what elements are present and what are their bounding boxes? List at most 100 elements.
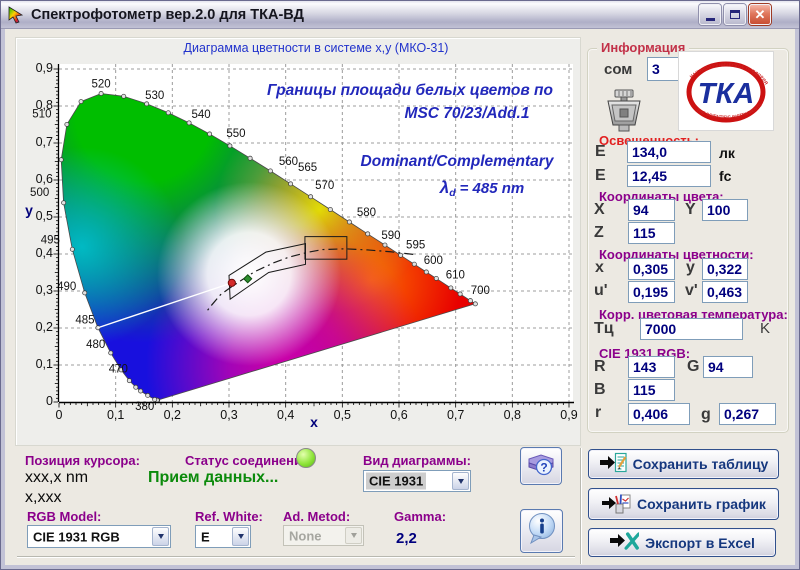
help-button[interactable]: ?: [520, 447, 562, 485]
connection-status-label: Статус соединения:: [185, 453, 314, 468]
y-axis-title: y: [25, 202, 33, 218]
cct-input[interactable]: [640, 318, 743, 340]
e-fc-unit: fc: [719, 168, 731, 184]
minimize-button[interactable]: [699, 4, 721, 25]
v-prime-label: v': [685, 282, 698, 300]
y-chroma-input[interactable]: [702, 258, 748, 280]
close-button[interactable]: ✕: [749, 4, 771, 25]
svg-text:495: 495: [41, 234, 60, 246]
g-label: G: [687, 358, 699, 376]
ref-white-select[interactable]: E: [195, 525, 251, 548]
v-prime-input[interactable]: [702, 281, 748, 303]
svg-text:0,4: 0,4: [277, 408, 294, 422]
svg-text:565: 565: [298, 162, 317, 174]
svg-text:0,5: 0,5: [334, 408, 351, 422]
r-chroma-input[interactable]: [628, 403, 690, 425]
b-label: B: [594, 381, 606, 399]
ad-metod-label: Ad. Metod:: [283, 509, 350, 524]
svg-text:700: 700: [471, 285, 490, 297]
connection-status-indicator: [296, 448, 316, 468]
svg-text:0,7: 0,7: [447, 408, 464, 422]
com-port-input[interactable]: [647, 57, 681, 81]
ref-white-label: Ref. White:: [195, 509, 263, 524]
connection-status-text: Прием данных...: [148, 469, 278, 487]
svg-text:590: 590: [381, 230, 400, 242]
export-excel-button[interactable]: Экспорт в Excel: [588, 528, 776, 557]
chevron-down-icon: [238, 534, 244, 539]
ref-white-dropdown-arrow[interactable]: [232, 527, 249, 546]
info-bubble-icon: [525, 512, 559, 551]
rgb-model-value: CIE 1931 RGB: [30, 528, 123, 545]
horizontal-divider: [17, 556, 575, 557]
u-prime-label: u': [594, 282, 608, 300]
y-chroma-label: y: [686, 259, 695, 277]
tka-logo: ТКА НАУЧНО-ТЕХНИЧЕСКОЕ ПРЕДПРИЯТИЕ THE S…: [678, 51, 774, 131]
e-lux-input[interactable]: [627, 141, 711, 163]
e-fc-input[interactable]: [627, 165, 711, 187]
save-table-button[interactable]: Сохранить таблицу: [588, 449, 779, 479]
g-chroma-label: g: [701, 406, 711, 424]
svg-text:520: 520: [92, 78, 111, 90]
tka-logo-text: ТКА: [698, 78, 755, 110]
e-lux-label: E: [595, 143, 606, 161]
chart-panel: 5205305405505605655705805905956006107005…: [15, 37, 581, 446]
titlebar[interactable]: Спектрофотометр вер.2.0 для ТКА-ВД ✕: [1, 1, 799, 29]
cursor-position-label: Позиция курсора:: [25, 453, 140, 468]
ref-white-value: E: [198, 528, 213, 545]
z-tristimulus-label: Z: [594, 224, 604, 242]
svg-text:0,7: 0,7: [36, 135, 53, 149]
diagram-view-select[interactable]: CIE 1931: [363, 470, 471, 492]
chart-title: Диаграмма цветности в системе x,y (МКО-3…: [56, 41, 576, 55]
svg-text:0,8: 0,8: [36, 98, 53, 112]
ad-metod-dropdown-arrow: [345, 527, 362, 544]
x-tristimulus-input[interactable]: [628, 199, 675, 221]
application-window: Спектрофотометр вер.2.0 для ТКА-ВД ✕: [0, 0, 800, 570]
svg-text:480: 480: [86, 339, 105, 351]
gamma-label: Gamma:: [394, 509, 446, 524]
white-boundary-annotation-2: MSC 70/23/Add.1: [405, 105, 530, 122]
e-lux-unit: лк: [719, 145, 735, 161]
maximize-icon: [730, 10, 740, 19]
rgb-model-select[interactable]: CIE 1931 RGB: [27, 525, 171, 548]
close-icon: ✕: [755, 8, 766, 21]
vertical-divider: [580, 448, 581, 564]
z-tristimulus-input[interactable]: [628, 222, 675, 244]
help-book-icon: ?: [526, 450, 556, 483]
chevron-down-icon: [351, 533, 357, 538]
svg-text:610: 610: [446, 269, 465, 281]
chevron-down-icon: [458, 479, 464, 484]
g-chroma-input[interactable]: [719, 403, 776, 425]
svg-text:500: 500: [30, 187, 49, 199]
rgb-model-label: RGB Model:: [27, 509, 101, 524]
x-chroma-input[interactable]: [628, 258, 675, 280]
svg-text:0: 0: [56, 408, 63, 422]
save-graph-label: Сохранить график: [637, 496, 766, 512]
y-tristimulus-input[interactable]: [702, 199, 748, 221]
svg-text:600: 600: [424, 255, 443, 267]
diagram-view-value: CIE 1931: [366, 473, 426, 490]
save-graph-icon: [601, 491, 631, 518]
svg-text:560: 560: [279, 156, 298, 168]
svg-text:0,3: 0,3: [36, 283, 53, 297]
svg-text:0,9: 0,9: [36, 61, 53, 75]
svg-text:0,2: 0,2: [164, 408, 181, 422]
u-prime-input[interactable]: [628, 281, 675, 303]
maximize-button[interactable]: [724, 4, 746, 25]
r-input[interactable]: [628, 356, 675, 378]
excel-icon: [609, 531, 639, 554]
svg-text:0,6: 0,6: [390, 408, 407, 422]
b-input[interactable]: [628, 379, 675, 401]
white-boundary-annotation-1: Границы площади белых цветов по: [267, 82, 553, 99]
svg-text:470: 470: [109, 364, 128, 376]
rgb-model-dropdown-arrow[interactable]: [152, 527, 169, 546]
svg-text:0,2: 0,2: [36, 320, 53, 334]
svg-text:0,4: 0,4: [36, 246, 53, 260]
diagram-view-dropdown-arrow[interactable]: [452, 472, 469, 490]
g-input[interactable]: [703, 356, 753, 378]
save-graph-button[interactable]: Сохранить график: [588, 488, 779, 520]
info-button[interactable]: [520, 509, 563, 553]
chromaticity-diagram[interactable]: 5205305405505605655705805905956006107005…: [16, 38, 582, 447]
gamma-value: 2,2: [396, 530, 417, 547]
cursor-position-nm: xxx,x nm: [25, 469, 88, 487]
info-panel: Информация сом: [587, 48, 789, 433]
